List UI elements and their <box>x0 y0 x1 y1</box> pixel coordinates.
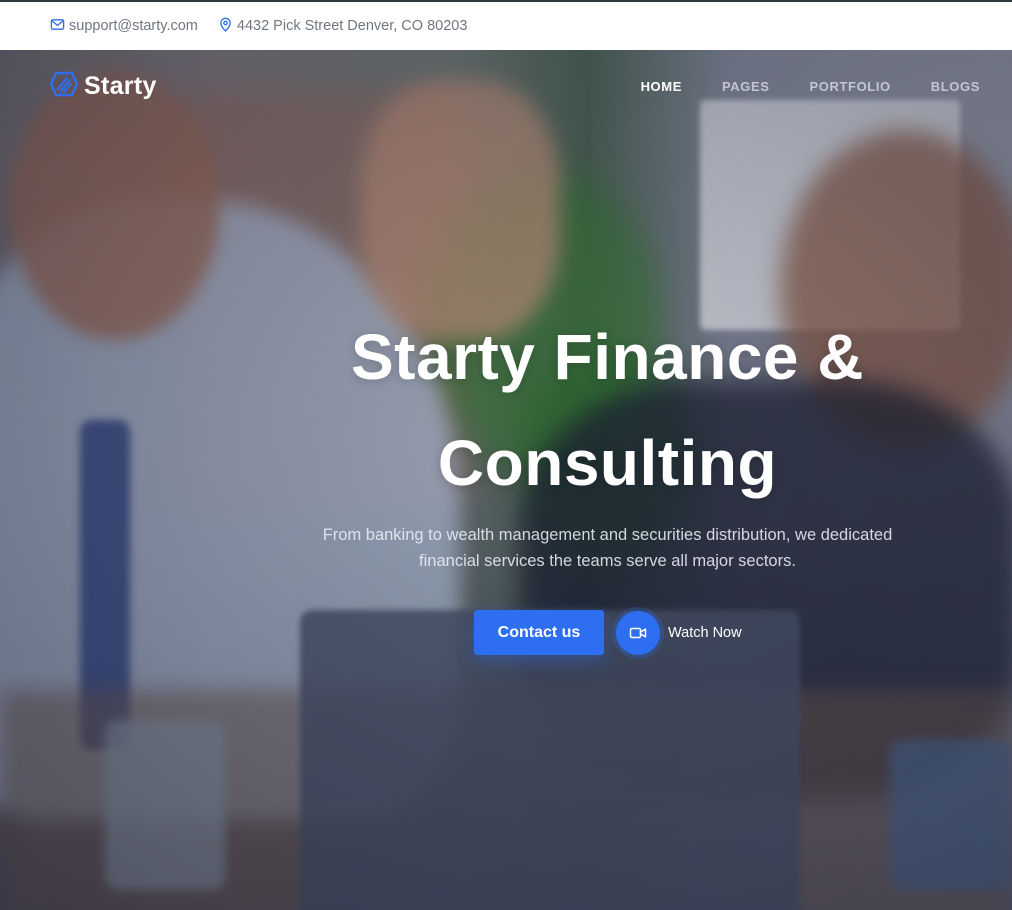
hero-actions: Contact us Watch Now <box>474 610 742 655</box>
contact-email[interactable]: support@starty.com <box>50 17 198 36</box>
mail-icon <box>50 17 69 36</box>
video-camera-icon[interactable] <box>616 610 660 655</box>
hero-section: Starty HOME PAGES PORTFOLIO BLOGS Starty… <box>0 50 1012 910</box>
watch-now-label[interactable]: Watch Now <box>668 625 742 641</box>
top-info-bar: support@starty.com 4432 Pick Street Denv… <box>0 0 1012 50</box>
contact-us-button[interactable]: Contact us <box>474 610 604 655</box>
hero-title-line-1: Starty Finance & <box>350 321 865 393</box>
hero-subtitle: From banking to wealth management and se… <box>322 526 893 570</box>
contact-address: 4432 Pick Street Denver, CO 80203 <box>218 17 468 36</box>
page: support@starty.com 4432 Pick Street Denv… <box>0 0 1012 910</box>
address-text: 4432 Pick Street Denver, CO 80203 <box>236 18 468 34</box>
hero-content: Starty Finance & Consulting From banking… <box>0 50 1012 910</box>
location-pin-icon <box>218 17 237 36</box>
hero-title-line-2: Consulting <box>437 427 778 499</box>
watch-now-link[interactable]: Watch Now <box>616 610 742 655</box>
email-text[interactable]: support@starty.com <box>69 18 198 34</box>
